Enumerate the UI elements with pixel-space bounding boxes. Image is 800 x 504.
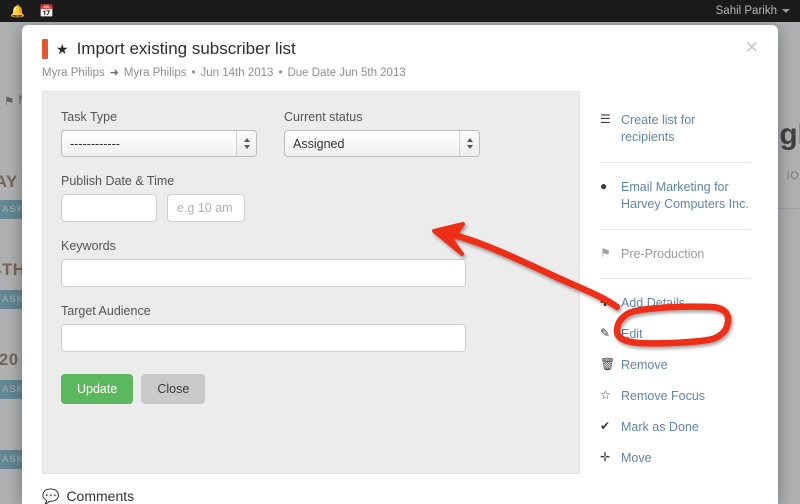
publish-date-input[interactable] bbox=[61, 194, 157, 222]
target-audience-group: Target Audience bbox=[61, 304, 561, 352]
divider bbox=[600, 228, 750, 230]
screen: ⚑ N DAY 2 TASK 24TH TASK Y 20 TASK TASK … bbox=[0, 0, 800, 504]
form-row-top: Task Type ------------ Current status As… bbox=[61, 110, 561, 157]
target-audience-input[interactable] bbox=[61, 324, 466, 352]
flag-icon: ⚑ bbox=[600, 245, 611, 260]
task-date: Jun 14th 2013 bbox=[200, 66, 274, 79]
comments-header: 💬 Comments bbox=[42, 488, 758, 504]
action-label: Remove Focus bbox=[621, 389, 706, 403]
priority-bar-icon bbox=[42, 39, 48, 59]
separator: • bbox=[278, 66, 283, 79]
task-type-select[interactable]: ------------ bbox=[61, 130, 257, 157]
keywords-group: Keywords bbox=[61, 239, 561, 287]
close-icon[interactable]: ✕ bbox=[740, 37, 764, 58]
action-mark-as-done[interactable]: ✔ Mark as Done bbox=[600, 412, 750, 443]
action-edit[interactable]: ✎ Edit bbox=[600, 319, 750, 350]
action-remove[interactable]: 🗑 Remove bbox=[600, 350, 750, 381]
page-title: Import existing subscriber list bbox=[76, 39, 296, 58]
calendar-icon[interactable]: 📅 bbox=[39, 5, 54, 17]
move-icon: ✛ bbox=[600, 449, 611, 464]
comments-section: 💬 Comments bbox=[22, 474, 778, 504]
star-outline-icon: ☆ bbox=[600, 388, 611, 402]
divider bbox=[600, 278, 750, 280]
tag-icon: ● bbox=[600, 178, 608, 193]
arrow-right-icon: ➜ bbox=[109, 67, 119, 79]
action-label: Pre-Production bbox=[621, 246, 705, 261]
action-create-list[interactable]: ☰ Create list for recipients bbox=[600, 105, 750, 153]
breadcrumb: Myra Philips ➜ Myra Philips • Jun 14th 2… bbox=[42, 66, 758, 80]
task-assignee: Myra Philips bbox=[123, 66, 187, 79]
top-navigation-bar: 🔔 📅 Sahil Parikh bbox=[0, 0, 800, 22]
action-label: Email Marketing for Harvey Computers Inc… bbox=[621, 179, 749, 211]
current-status-group: Current status Assigned bbox=[284, 110, 480, 157]
task-due-date: Due Date Jun 5th 2013 bbox=[287, 66, 406, 79]
target-audience-label: Target Audience bbox=[61, 304, 151, 318]
list-icon: ☰ bbox=[600, 112, 611, 126]
close-button[interactable]: Close bbox=[141, 374, 206, 404]
action-label: Mark as Done bbox=[621, 419, 699, 434]
action-add-details[interactable]: ✚ Add Details bbox=[600, 288, 750, 319]
current-status-select-wrap: Assigned bbox=[284, 130, 480, 157]
task-type-select-wrap: ------------ bbox=[61, 130, 257, 157]
modal-header: ★ Import existing subscriber list Myra P… bbox=[22, 25, 778, 91]
action-label: Move bbox=[621, 450, 652, 465]
task-detail-modal: ★ Import existing subscriber list Myra P… bbox=[22, 25, 778, 504]
modal-title-row: ★ Import existing subscriber list bbox=[42, 39, 758, 59]
action-project-link[interactable]: ● Email Marketing for Harvey Computers I… bbox=[600, 172, 750, 220]
task-detail-form: Task Type ------------ Current status As… bbox=[42, 91, 580, 474]
task-type-label: Task Type bbox=[61, 110, 118, 124]
comment-icon: 💬 bbox=[42, 487, 60, 504]
edit-icon: ✎ bbox=[600, 326, 611, 341]
publish-time-input[interactable] bbox=[167, 194, 245, 222]
modal-body: Task Type ------------ Current status As… bbox=[22, 91, 778, 474]
user-menu[interactable]: Sahil Parikh bbox=[716, 5, 790, 17]
trash-icon: 🗑 bbox=[600, 357, 616, 372]
plus-icon: ✚ bbox=[600, 295, 611, 310]
action-milestone[interactable]: ⚑ Pre-Production bbox=[600, 239, 750, 270]
action-label: Edit bbox=[621, 327, 643, 342]
publish-datetime-label: Publish Date & Time bbox=[61, 174, 175, 188]
action-move[interactable]: ✛ Move bbox=[600, 443, 750, 474]
divider bbox=[600, 161, 750, 163]
comments-label: Comments bbox=[66, 488, 135, 504]
bell-icon[interactable]: 🔔 bbox=[10, 5, 25, 17]
action-remove-focus[interactable]: ☆ Remove Focus bbox=[600, 381, 750, 412]
publish-datetime-group: Publish Date & Time bbox=[61, 174, 561, 222]
update-button[interactable]: Update bbox=[61, 374, 134, 404]
current-status-select[interactable]: Assigned bbox=[284, 130, 480, 157]
task-owner: Myra Philips bbox=[42, 66, 105, 79]
current-status-label: Current status bbox=[284, 110, 363, 124]
action-label: Create list for recipients bbox=[621, 113, 696, 144]
task-actions-sidebar: ☰ Create list for recipients ● Email Mar… bbox=[580, 91, 750, 474]
chevron-down-icon bbox=[782, 9, 790, 13]
action-label: Add Details bbox=[621, 296, 685, 311]
user-name-label: Sahil Parikh bbox=[715, 5, 777, 17]
check-icon: ✔ bbox=[600, 418, 611, 433]
star-icon[interactable]: ★ bbox=[56, 42, 69, 56]
task-type-group: Task Type ------------ bbox=[61, 110, 257, 157]
keywords-input[interactable] bbox=[61, 259, 466, 287]
action-label: Remove bbox=[621, 358, 668, 373]
keywords-label: Keywords bbox=[61, 239, 116, 253]
publish-datetime-row bbox=[61, 194, 561, 222]
topbar-icons: 🔔 📅 bbox=[10, 5, 54, 17]
separator: • bbox=[191, 66, 196, 79]
form-actions: Update Close bbox=[61, 374, 561, 404]
